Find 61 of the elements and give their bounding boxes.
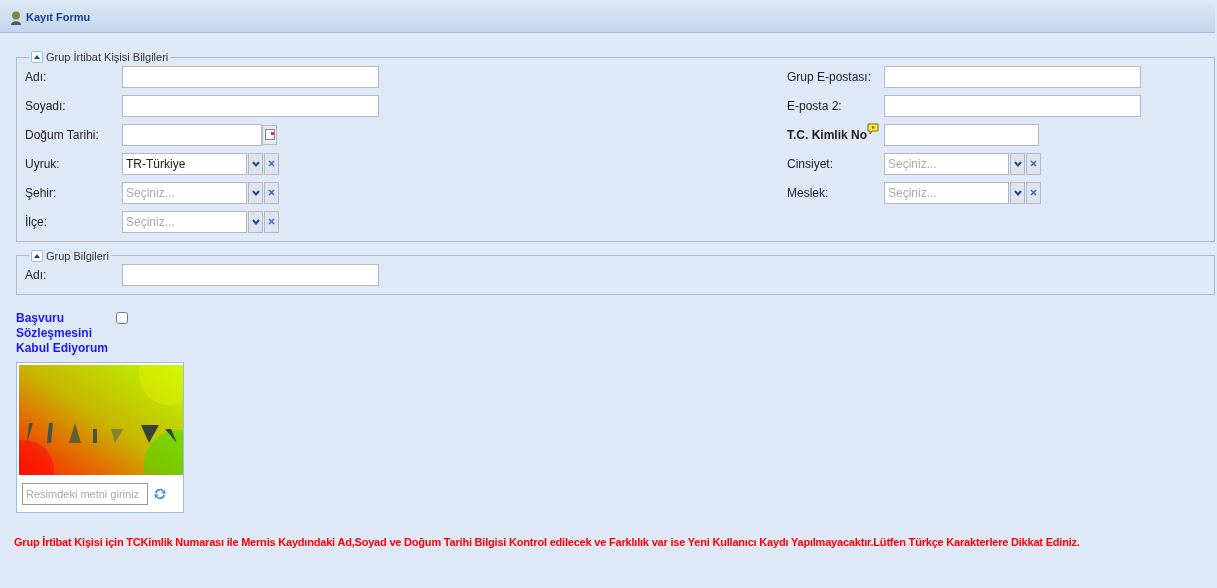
clear-button[interactable] (1026, 152, 1041, 175)
refresh-button[interactable] (152, 486, 168, 502)
close-icon (1030, 160, 1037, 167)
field-label: Cinsiyet: (787, 155, 834, 173)
panel-title: Kayıt Formu (26, 10, 91, 26)
text-field[interactable] (122, 94, 379, 117)
field-label: Meslek: (787, 184, 830, 202)
chevron-down-icon (251, 218, 260, 225)
select-field[interactable]: Seçiniz... (122, 181, 247, 204)
calendar-button[interactable] (262, 124, 277, 145)
agreement-label: Başvuru Sözleşmesini Kabul Ediyorum (16, 311, 108, 356)
chevron-down-icon (251, 189, 260, 196)
field-label: Adı: (25, 267, 48, 284)
agreement-checkbox[interactable] (116, 312, 128, 324)
select-field[interactable]: TR-Türkiye (122, 152, 247, 175)
help-icon (867, 122, 879, 135)
captcha-field[interactable]: Resimdeki metni giriniz (22, 483, 148, 505)
select-field[interactable]: Seçiniz... (122, 210, 247, 233)
calendar-icon (264, 129, 275, 140)
clear-button[interactable] (1026, 181, 1041, 204)
clear-button[interactable] (264, 210, 279, 233)
chevron-down-icon (251, 160, 260, 167)
field-label: Uyruk: (25, 155, 61, 173)
dropdown-button[interactable] (248, 181, 263, 204)
refresh-icon (153, 487, 167, 501)
field-label: E-posta 2: (787, 97, 843, 115)
section-legend: Grup İrtibat Kişisi Bilgileri (46, 49, 169, 66)
select-field[interactable]: Seçiniz... (884, 152, 1009, 175)
text-field[interactable] (122, 264, 379, 286)
triangle-up-icon (34, 55, 40, 60)
dropdown-button[interactable] (1010, 181, 1025, 204)
text-field[interactable] (884, 123, 1039, 146)
field-label: Soyadı: (25, 97, 67, 115)
clear-button[interactable] (264, 181, 279, 204)
field-label: İlçe: (25, 213, 48, 231)
collapse-button[interactable] (31, 51, 43, 64)
close-icon (268, 218, 275, 225)
section-legend: Grup Bilgileri (46, 247, 109, 264)
collapse-button[interactable] (31, 249, 43, 262)
dropdown-button[interactable] (1010, 152, 1025, 175)
field-label: Adı: (25, 68, 48, 86)
text-field[interactable] (884, 65, 1141, 88)
close-icon (268, 189, 275, 196)
field-label: Doğum Tarihi: (25, 126, 100, 144)
warning-message: Grup İrtibat Kişisi için TCKimlik Numarası ile Mernis Kaydındaki Ad,Soyad ve Doğum Tarihi Bilgisi Kontrol edilecek ve Farklılık var ise Yeni Kullanıcı Kaydı Yapılmayacaktır.Lütfen Türkçe Karakterlere Dikkat Ediniz. (14, 536, 1080, 548)
dropdown-button[interactable] (248, 210, 263, 233)
date-field[interactable] (122, 123, 262, 146)
text-field[interactable] (122, 65, 379, 88)
select-field[interactable]: Seçiniz... (884, 181, 1009, 204)
field-label: T.C. Kimlik No (787, 126, 867, 144)
field-label: Şehir: (25, 184, 58, 202)
chevron-down-icon (1013, 160, 1022, 167)
text-field[interactable] (884, 94, 1141, 117)
field-label: Grup E-postası: (787, 68, 873, 86)
clear-button[interactable] (264, 152, 279, 175)
triangle-up-icon (34, 253, 40, 258)
person-icon (10, 10, 22, 25)
close-icon (1030, 189, 1037, 196)
chevron-down-icon (1013, 189, 1022, 196)
dropdown-button[interactable] (248, 152, 263, 175)
close-icon (268, 160, 275, 167)
